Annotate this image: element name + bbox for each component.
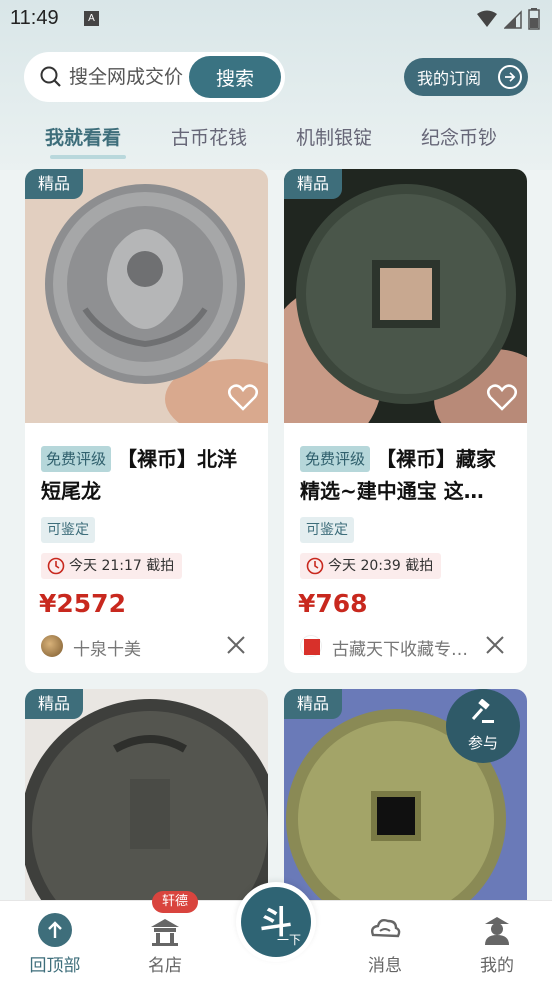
status-bar: 11:49 A (0, 0, 552, 38)
nav-famous-shops[interactable]: 名店 (115, 901, 215, 983)
identifiable-tag: 可鉴定 (300, 517, 354, 543)
premium-badge: 精品 (25, 689, 83, 719)
nav-label: 回顶部 (29, 956, 81, 976)
product-card[interactable]: 精品 免费评级 【裸币】藏家精选~建中通宝 这… 可鉴定 今天 20:39 截拍 … (284, 169, 527, 673)
search-icon (40, 66, 61, 87)
card-title: 免费评级 【裸币】北洋短尾龙 (41, 443, 253, 507)
tab-ancient-coins[interactable]: 古币花钱 (171, 123, 247, 150)
auction-end-time: 今天 20:39 截拍 (328, 558, 434, 574)
nav-label: 名店 (148, 956, 182, 976)
premium-badge: 精品 (25, 169, 83, 199)
subscription-label: 我的订阅 (417, 69, 482, 88)
notification-icon: A (84, 11, 99, 26)
nav-label: 我的 (480, 956, 514, 976)
signal-icon (504, 10, 522, 29)
gavel-icon (471, 699, 494, 723)
category-tabs: 我就看看 古币花钱 机制银锭 纪念币钞 (0, 115, 552, 159)
tab-machine-silver[interactable]: 机制银锭 (296, 123, 372, 150)
shop-badge: 轩德 (152, 891, 198, 913)
seller-name[interactable]: 古藏天下收藏专… (332, 635, 468, 660)
arrow-up-icon (38, 913, 72, 947)
arrow-right-circle-icon (498, 65, 522, 89)
clock-icon (47, 557, 65, 575)
heart-icon[interactable] (487, 383, 517, 411)
price: ¥768 (298, 589, 368, 618)
dou-sub-text: 一下 (277, 933, 302, 947)
dou-icon: 斗 一下 (241, 887, 311, 957)
nav-messages[interactable]: 消息 (335, 901, 435, 983)
tab-just-browse[interactable]: 我就看看 (45, 123, 121, 150)
free-grading-badge: 免费评级 (300, 446, 371, 472)
auction-end-time: 今天 21:17 截拍 (69, 558, 175, 574)
battery-icon (528, 8, 540, 30)
seller-avatar (41, 635, 63, 657)
auction-end-tag: 今天 21:17 截拍 (41, 553, 183, 579)
heart-icon[interactable] (228, 383, 258, 411)
search-button[interactable]: 搜索 (189, 56, 281, 98)
participate-button[interactable]: 参与 (446, 689, 520, 763)
price: ¥2572 (39, 589, 126, 618)
seller-name[interactable]: 十泉十美 (73, 635, 141, 660)
dou-center-button[interactable]: 斗 一下 (236, 882, 316, 962)
clock-icon (306, 557, 324, 575)
status-time: 11:49 (10, 7, 59, 29)
nav-me[interactable]: 我的 (447, 901, 547, 983)
wifi-icon (477, 10, 497, 27)
user-icon (485, 917, 509, 945)
nav-back-to-top[interactable]: 回顶部 (5, 901, 105, 983)
cloud-message-icon (370, 918, 401, 938)
product-card[interactable]: 精品 免费评级 【裸币】北洋短尾龙 可鉴定 今天 21:17 截拍 ¥2572 十… (25, 169, 268, 673)
tab-commemorative[interactable]: 纪念币钞 (421, 123, 497, 150)
nav-label: 消息 (368, 956, 402, 976)
close-icon[interactable] (226, 635, 246, 655)
close-icon[interactable] (485, 635, 505, 655)
status-icons (476, 8, 540, 30)
card-title: 免费评级 【裸币】藏家精选~建中通宝 这… (300, 443, 512, 507)
identifiable-tag: 可鉴定 (41, 517, 95, 543)
search-bar: 搜索 (24, 52, 285, 102)
premium-badge: 精品 (284, 689, 342, 719)
participate-label: 参与 (467, 734, 498, 752)
my-subscription-button[interactable]: 我的订阅 (404, 58, 528, 96)
premium-badge: 精品 (284, 169, 342, 199)
free-grading-badge: 免费评级 (41, 446, 112, 472)
shop-icon (151, 919, 179, 946)
auction-end-tag: 今天 20:39 截拍 (300, 553, 442, 579)
seller-avatar (300, 635, 322, 657)
tab-indicator (50, 155, 126, 159)
